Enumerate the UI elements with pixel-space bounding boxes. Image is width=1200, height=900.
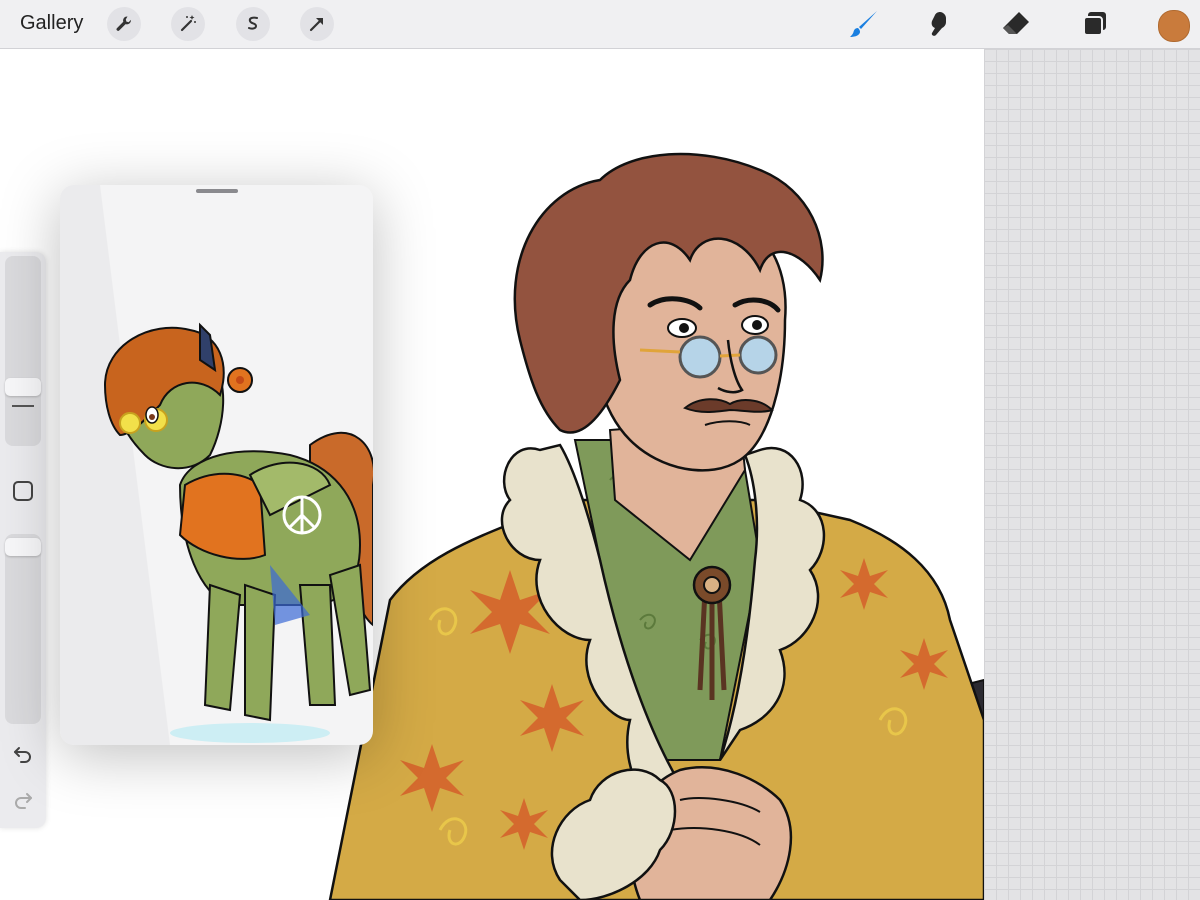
- canvas-background-grid: [984, 49, 1200, 900]
- transform-button[interactable]: [300, 7, 334, 41]
- drag-handle[interactable]: [196, 189, 238, 193]
- color-picker-button[interactable]: [1158, 10, 1190, 42]
- wrench-icon: [116, 16, 131, 31]
- adjustments-button[interactable]: [171, 7, 205, 41]
- slider-divider: [12, 405, 34, 407]
- brush-size-handle[interactable]: [5, 378, 41, 396]
- layers-button[interactable]: [1077, 6, 1113, 42]
- transform-arrow-icon: [309, 18, 323, 32]
- magic-wand-icon: [180, 15, 196, 32]
- undo-button[interactable]: [10, 740, 36, 766]
- opacity-handle[interactable]: [5, 538, 41, 556]
- actions-button[interactable]: [107, 7, 141, 41]
- brush-size-slider[interactable]: [5, 256, 41, 446]
- eraser-icon: [1003, 12, 1029, 34]
- gallery-button[interactable]: Gallery: [20, 12, 83, 35]
- selection-button[interactable]: [236, 7, 270, 41]
- top-toolbar: Gallery: [0, 0, 1200, 49]
- brush-button[interactable]: [846, 6, 882, 42]
- left-sidebar: [0, 252, 46, 828]
- redo-icon: [15, 793, 32, 809]
- smudge-icon: [931, 12, 946, 36]
- eraser-button[interactable]: [998, 6, 1034, 42]
- undo-icon: [14, 747, 31, 763]
- redo-button[interactable]: [10, 786, 36, 812]
- brush-icon: [850, 11, 877, 37]
- opacity-slider[interactable]: [5, 534, 41, 724]
- reference-window[interactable]: [60, 185, 373, 745]
- modify-square-icon: [13, 481, 33, 501]
- pony-reference-image: [60, 185, 373, 745]
- modify-button[interactable]: [10, 478, 36, 504]
- smudge-button[interactable]: [920, 6, 956, 42]
- selection-icon: [248, 16, 258, 30]
- layers-icon: [1083, 12, 1106, 36]
